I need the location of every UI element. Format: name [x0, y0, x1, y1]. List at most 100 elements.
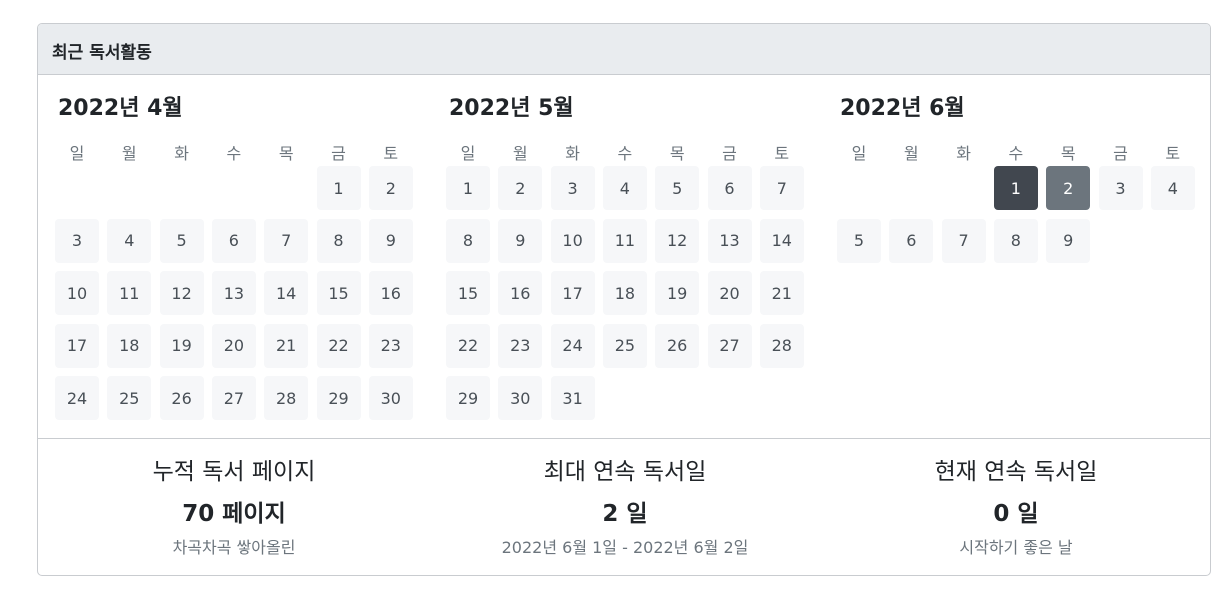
calendar-day[interactable]: 9: [498, 218, 543, 263]
weekday-label: 일: [851, 144, 867, 163]
month-title: 2022년 4월: [58, 96, 183, 121]
month-title: 2022년 6월: [840, 96, 965, 121]
weekday-label: 화: [956, 144, 971, 163]
weekday-label: 금: [722, 144, 737, 163]
calendar-day[interactable]: 21: [759, 271, 804, 315]
calendar-day[interactable]: 31: [550, 376, 595, 420]
calendar-day[interactable]: 16: [368, 271, 413, 315]
stat-value: 2 일: [602, 501, 648, 527]
stat-title: 최대 연속 독서일: [543, 459, 707, 485]
calendar-day[interactable]: 1: [993, 166, 1038, 210]
stat-value: 70 페이지: [182, 501, 286, 527]
day-grid: 1 2 3 4 5 6 7 8 9 10 11 12 13 14 15 16 17 18 19 20 21 22 23 24 2…: [446, 166, 808, 428]
month-title: 2022년 5월: [449, 96, 574, 121]
calendar-day[interactable]: 5: [655, 166, 700, 210]
calendar-day[interactable]: 3: [55, 218, 99, 263]
calendar-day[interactable]: 9: [1046, 218, 1091, 263]
weekday-label: 목: [278, 144, 294, 163]
calendar-day[interactable]: 1: [316, 166, 361, 210]
weekday-header: 일월화수목금토: [55, 140, 417, 163]
card-title: 최근 독서활동: [52, 43, 152, 63]
calendar-day[interactable]: 6: [211, 218, 256, 263]
day-grid: 1234 56789: [837, 166, 1199, 428]
calendar-day[interactable]: 24: [55, 376, 99, 420]
stat-subtitle: 차곡차곡 쌓아올린: [172, 538, 296, 557]
calendar-day[interactable]: 22: [446, 323, 490, 368]
calendar-day[interactable]: 8: [446, 218, 490, 263]
calendar-day[interactable]: 30: [498, 376, 543, 420]
calendar-day[interactable]: 18: [602, 271, 647, 315]
calendar-day[interactable]: 11: [602, 218, 647, 263]
calendar-day[interactable]: 12: [159, 271, 204, 315]
calendar-day[interactable]: 12: [655, 218, 700, 263]
calendar-day[interactable]: 19: [159, 323, 204, 368]
weekday-label: 일: [69, 144, 85, 163]
calendar-day[interactable]: 2: [498, 166, 543, 210]
calendar-day[interactable]: 7: [759, 166, 804, 210]
calendar-day[interactable]: 26: [655, 323, 700, 368]
calendar-day[interactable]: 15: [446, 271, 490, 315]
calendar-day[interactable]: 21: [264, 323, 309, 368]
calendar-day[interactable]: 7: [941, 218, 986, 263]
calendar-day[interactable]: 10: [55, 271, 99, 315]
weekday-label: 월: [903, 144, 919, 163]
calendar-day[interactable]: 5: [159, 218, 204, 263]
calendar-day[interactable]: 14: [264, 271, 309, 315]
calendar-day[interactable]: 17: [55, 323, 99, 368]
calendar-day[interactable]: 6: [707, 166, 752, 210]
calendar-day[interactable]: 4: [107, 218, 152, 263]
weekday-header: 일월화수목금토: [446, 140, 808, 163]
calendar-day[interactable]: 27: [707, 323, 752, 368]
weekday-label: 목: [1060, 144, 1076, 163]
section-divider: [38, 438, 1210, 439]
calendar-day[interactable]: 20: [707, 271, 752, 315]
calendar-day[interactable]: 20: [211, 323, 256, 368]
calendar-day[interactable]: 4: [602, 166, 647, 210]
calendar-day[interactable]: 29: [316, 376, 361, 420]
calendar-day[interactable]: 5: [837, 218, 881, 263]
calendar-day[interactable]: 3: [550, 166, 595, 210]
calendar-day[interactable]: 25: [602, 323, 647, 368]
weekday-label: 수: [1008, 144, 1024, 163]
calendar-day[interactable]: 29: [446, 376, 490, 420]
calendar-day[interactable]: 13: [707, 218, 752, 263]
calendar-day[interactable]: 9: [368, 218, 413, 263]
card-header: 최근 독서활동: [38, 24, 1210, 75]
calendar-day[interactable]: 15: [316, 271, 361, 315]
weekday-label: 수: [226, 144, 242, 163]
calendar-day[interactable]: 8: [316, 218, 361, 263]
calendar-day[interactable]: 8: [993, 218, 1038, 263]
calendar-day[interactable]: 10: [550, 218, 595, 263]
calendar-day[interactable]: 22: [316, 323, 361, 368]
calendar-day[interactable]: 6: [889, 218, 934, 263]
weekday-header: 일월화수목금토: [837, 140, 1199, 163]
calendar-day[interactable]: 7: [264, 218, 309, 263]
calendar-day[interactable]: 30: [368, 376, 413, 420]
calendar-day[interactable]: 24: [550, 323, 595, 368]
calendar-day[interactable]: 23: [498, 323, 543, 368]
calendar-day[interactable]: 3: [1098, 166, 1143, 210]
calendar-day[interactable]: 25: [107, 376, 152, 420]
stat-current-streak: 현재 연속 독서일 0 일 시작하기 좋은 날: [820, 456, 1210, 559]
calendar-day[interactable]: 27: [211, 376, 256, 420]
calendar-day[interactable]: 2: [1046, 166, 1091, 210]
weekday-label: 화: [174, 144, 189, 163]
weekday-label: 토: [1165, 144, 1181, 163]
weekday-label: 일: [460, 144, 476, 163]
calendar-day[interactable]: 16: [498, 271, 543, 315]
calendar-day[interactable]: 26: [159, 376, 204, 420]
calendar-day[interactable]: 2: [368, 166, 413, 210]
reading-activity-card: 최근 독서활동 2022년 4월 일월화수목금토 1 2 3 4 5 6 7 8 9 10 11 12…: [37, 23, 1211, 576]
calendar-day[interactable]: 13: [211, 271, 256, 315]
calendar-day[interactable]: 23: [368, 323, 413, 368]
calendar-day[interactable]: 18: [107, 323, 152, 368]
calendar-day[interactable]: 4: [1150, 166, 1195, 210]
calendar-day[interactable]: 1: [446, 166, 490, 210]
calendar-day[interactable]: 11: [107, 271, 152, 315]
calendar-day[interactable]: 19: [655, 271, 700, 315]
calendar-day[interactable]: 28: [264, 376, 309, 420]
weekday-label: 금: [331, 144, 346, 163]
calendar-day[interactable]: 17: [550, 271, 595, 315]
calendar-day[interactable]: 28: [759, 323, 804, 368]
calendar-day[interactable]: 14: [759, 218, 804, 263]
